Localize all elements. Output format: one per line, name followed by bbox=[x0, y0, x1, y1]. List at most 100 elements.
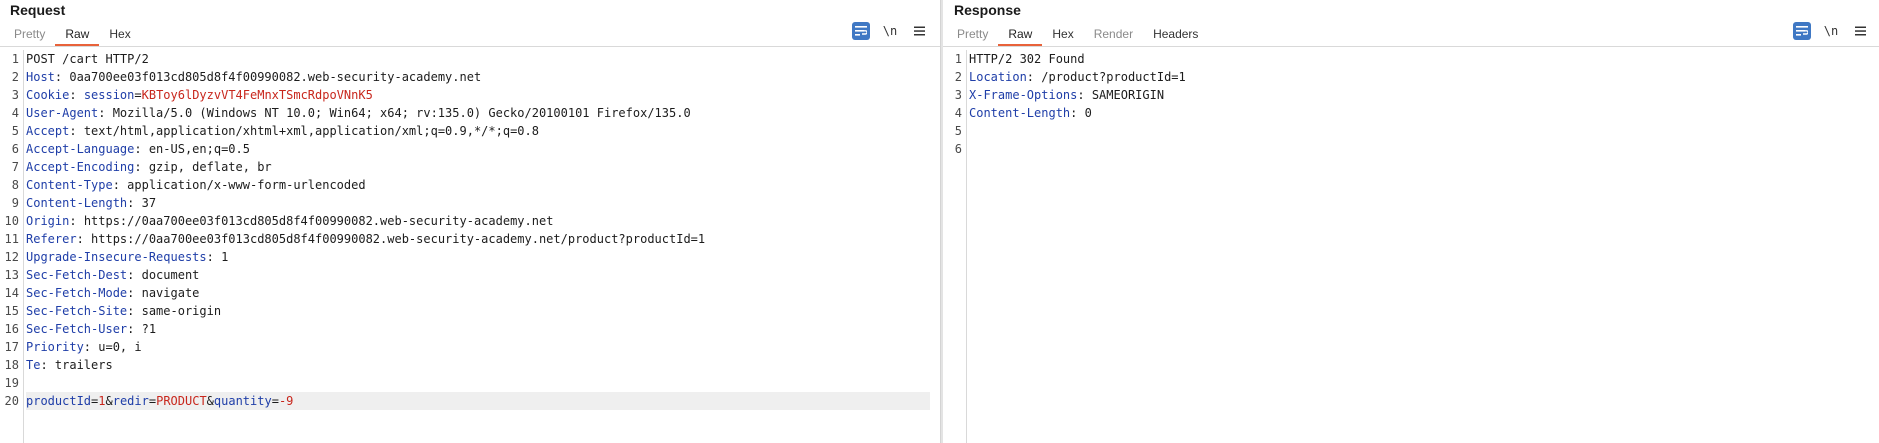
hamburger-menu-icon bbox=[913, 26, 925, 36]
response-tabs: Pretty Raw Hex Render Headers bbox=[947, 26, 1208, 46]
header-host: Host: 0aa700ee03f013cd805d8f4f00990082.w… bbox=[26, 70, 482, 84]
cookie-equals: = bbox=[134, 88, 142, 102]
line-number: 7 bbox=[11, 160, 19, 174]
request-toolbar: \n bbox=[852, 22, 928, 40]
header-name: Origin bbox=[26, 214, 70, 228]
header-name: Te bbox=[26, 358, 41, 372]
header-value: Mozilla/5.0 (Windows NT 10.0; Win64; x64… bbox=[112, 106, 691, 120]
line-number: 13 bbox=[4, 268, 19, 282]
line-number: 6 bbox=[954, 142, 962, 156]
header-name: Sec-Fetch-User bbox=[26, 322, 128, 336]
line-number: 5 bbox=[954, 124, 962, 138]
tab-divider bbox=[943, 46, 1879, 47]
header-value: 37 bbox=[141, 196, 157, 210]
line-number: 6 bbox=[11, 142, 19, 156]
line-number: 20 bbox=[4, 394, 19, 408]
header-value: https://0aa700ee03f013cd805d8f4f00990082… bbox=[83, 214, 554, 228]
line-number: 4 bbox=[954, 106, 962, 120]
request-body-line[interactable]: productId=1&redir=PRODUCT&quantity=-9 bbox=[26, 392, 930, 410]
request-line: POST /cart HTTP/2 bbox=[26, 50, 930, 68]
word-wrap-button[interactable] bbox=[1793, 22, 1811, 40]
header-origin: Origin: https://0aa700ee03f013cd805d8f4f… bbox=[26, 214, 554, 228]
header-referer: Referer: https://0aa700ee03f013cd805d8f4… bbox=[26, 232, 706, 246]
word-wrap-icon bbox=[855, 26, 867, 36]
header-name: Priority bbox=[26, 340, 84, 354]
param-value: -9 bbox=[278, 394, 294, 408]
response-editor[interactable]: 1 2 3 4 5 6 HTTP/2 302 Found Location: /… bbox=[943, 50, 1879, 443]
line-number: 15 bbox=[4, 304, 19, 318]
request-pane: Request Pretty Raw Hex \n 1 2 3 4 5 6 7 … bbox=[0, 0, 940, 443]
line-number: 1 bbox=[11, 52, 19, 66]
param-key: redir bbox=[112, 394, 149, 408]
header-value: SAMEORIGIN bbox=[1091, 88, 1165, 102]
menu-button[interactable] bbox=[910, 22, 928, 40]
header-cookie: Cookie: session=KBToy6lDyzvVT4FeMnxTSmcR… bbox=[26, 88, 373, 102]
tab-hex[interactable]: Hex bbox=[99, 26, 140, 46]
request-start-line: POST /cart HTTP/2 bbox=[26, 52, 149, 66]
param-separator: & bbox=[105, 394, 113, 408]
line-number: 14 bbox=[4, 286, 19, 300]
header-value: trailers bbox=[54, 358, 113, 372]
header-sec-fetch-mode: Sec-Fetch-Mode: navigate bbox=[26, 286, 200, 300]
header-value: /product?productId=1 bbox=[1041, 70, 1186, 84]
line-number: 1 bbox=[954, 52, 962, 66]
header-priority: Priority: u=0, i bbox=[26, 340, 142, 354]
tab-pretty[interactable]: Pretty bbox=[4, 26, 55, 46]
header-value: u=0, i bbox=[98, 340, 142, 354]
header-value: https://0aa700ee03f013cd805d8f4f00990082… bbox=[91, 232, 706, 246]
header-accept: Accept: text/html,application/xhtml+xml,… bbox=[26, 124, 539, 138]
line-number: 11 bbox=[4, 232, 19, 246]
request-lines: POST /cart HTTP/2 Host: 0aa700ee03f013cd… bbox=[26, 50, 930, 410]
tab-raw[interactable]: Raw bbox=[55, 26, 100, 46]
header-value: en-US,en;q=0.5 bbox=[148, 142, 250, 156]
header-name: Referer bbox=[26, 232, 77, 246]
line-number: 2 bbox=[954, 70, 962, 84]
header-accept-language: Accept-Language: en-US,en;q=0.5 bbox=[26, 142, 250, 156]
header-name: Accept bbox=[26, 124, 70, 138]
line-number: 19 bbox=[4, 376, 19, 390]
header-value: text/html,application/xhtml+xml,applicat… bbox=[83, 124, 539, 138]
menu-button[interactable] bbox=[1851, 22, 1869, 40]
tab-render[interactable]: Render bbox=[1084, 26, 1143, 46]
header-upgrade-insecure-requests: Upgrade-Insecure-Requests: 1 bbox=[26, 250, 229, 264]
show-newlines-button[interactable]: \n bbox=[880, 22, 900, 40]
response-toolbar: \n bbox=[1793, 22, 1869, 40]
line-number: 17 bbox=[4, 340, 19, 354]
tab-hex[interactable]: Hex bbox=[1042, 26, 1083, 46]
header-value: navigate bbox=[141, 286, 200, 300]
header-accept-encoding: Accept-Encoding: gzip, deflate, br bbox=[26, 160, 272, 174]
tab-headers[interactable]: Headers bbox=[1143, 26, 1208, 46]
show-newlines-button[interactable]: \n bbox=[1821, 22, 1841, 40]
header-name: Accept-Language bbox=[26, 142, 135, 156]
header-te: Te: trailers bbox=[26, 358, 113, 372]
line-number: 4 bbox=[11, 106, 19, 120]
header-name: Cookie bbox=[26, 88, 70, 102]
line-number: 9 bbox=[11, 196, 19, 210]
tab-pretty[interactable]: Pretty bbox=[947, 26, 998, 46]
response-title: Response bbox=[954, 2, 1021, 18]
header-value: 0 bbox=[1084, 106, 1092, 120]
header-value: gzip, deflate, br bbox=[148, 160, 272, 174]
header-content-length: Content-Length: 0 bbox=[969, 106, 1092, 120]
status-text: HTTP/2 302 Found bbox=[969, 52, 1085, 66]
header-sec-fetch-site: Sec-Fetch-Site: same-origin bbox=[26, 304, 222, 318]
header-name: Sec-Fetch-Mode bbox=[26, 286, 128, 300]
header-name: Sec-Fetch-Site bbox=[26, 304, 128, 318]
param-value: 1 bbox=[98, 394, 106, 408]
cookie-name: session bbox=[83, 88, 135, 102]
word-wrap-button[interactable] bbox=[852, 22, 870, 40]
line-number-gutter: 1 2 3 4 5 6 bbox=[943, 50, 967, 443]
request-editor[interactable]: 1 2 3 4 5 6 7 8 9 10 11 12 13 14 15 16 1… bbox=[0, 50, 940, 443]
header-name: X-Frame-Options bbox=[969, 88, 1078, 102]
header-name: Content-Length bbox=[969, 106, 1071, 120]
status-line: HTTP/2 302 Found bbox=[969, 50, 1869, 68]
tab-raw[interactable]: Raw bbox=[998, 26, 1043, 46]
line-number: 2 bbox=[11, 70, 19, 84]
header-name: Content-Type bbox=[26, 178, 113, 192]
header-name: Sec-Fetch-Dest bbox=[26, 268, 128, 282]
header-content-type: Content-Type: application/x-www-form-url… bbox=[26, 178, 366, 192]
response-lines: HTTP/2 302 Found Location: /product?prod… bbox=[969, 50, 1869, 158]
header-user-agent: User-Agent: Mozilla/5.0 (Windows NT 10.0… bbox=[26, 106, 691, 120]
